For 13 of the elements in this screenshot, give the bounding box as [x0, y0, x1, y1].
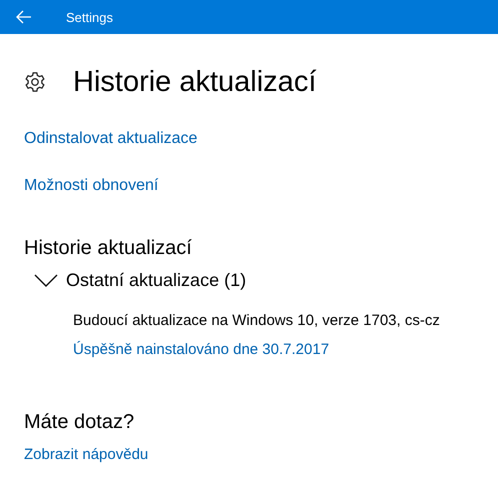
update-status-link[interactable]: Úspěšně nainstalováno dne 30.7.2017	[73, 341, 330, 358]
link[interactable]: Možnosti obnovení	[24, 177, 158, 195]
page-title: Historie aktualizací	[73, 66, 316, 98]
group-header[interactable]: Ostatní aktualizace (1)	[34, 270, 440, 291]
update-name: Budoucí aktualizace na Windows 10, verze 1703, cs-cz	[73, 312, 440, 329]
section-heading: Máte dotaz?	[24, 410, 134, 434]
chevron-icon	[34, 274, 58, 288]
back-arrow-icon	[16, 10, 32, 24]
section-heading: Historie aktualizací	[24, 236, 192, 260]
help-link[interactable]: Zobrazit nápovědu	[24, 446, 148, 463]
link[interactable]: Odinstalovat aktualizace	[24, 130, 198, 148]
settings-icon	[24, 71, 46, 93]
window-title: Settings	[66, 10, 113, 24]
